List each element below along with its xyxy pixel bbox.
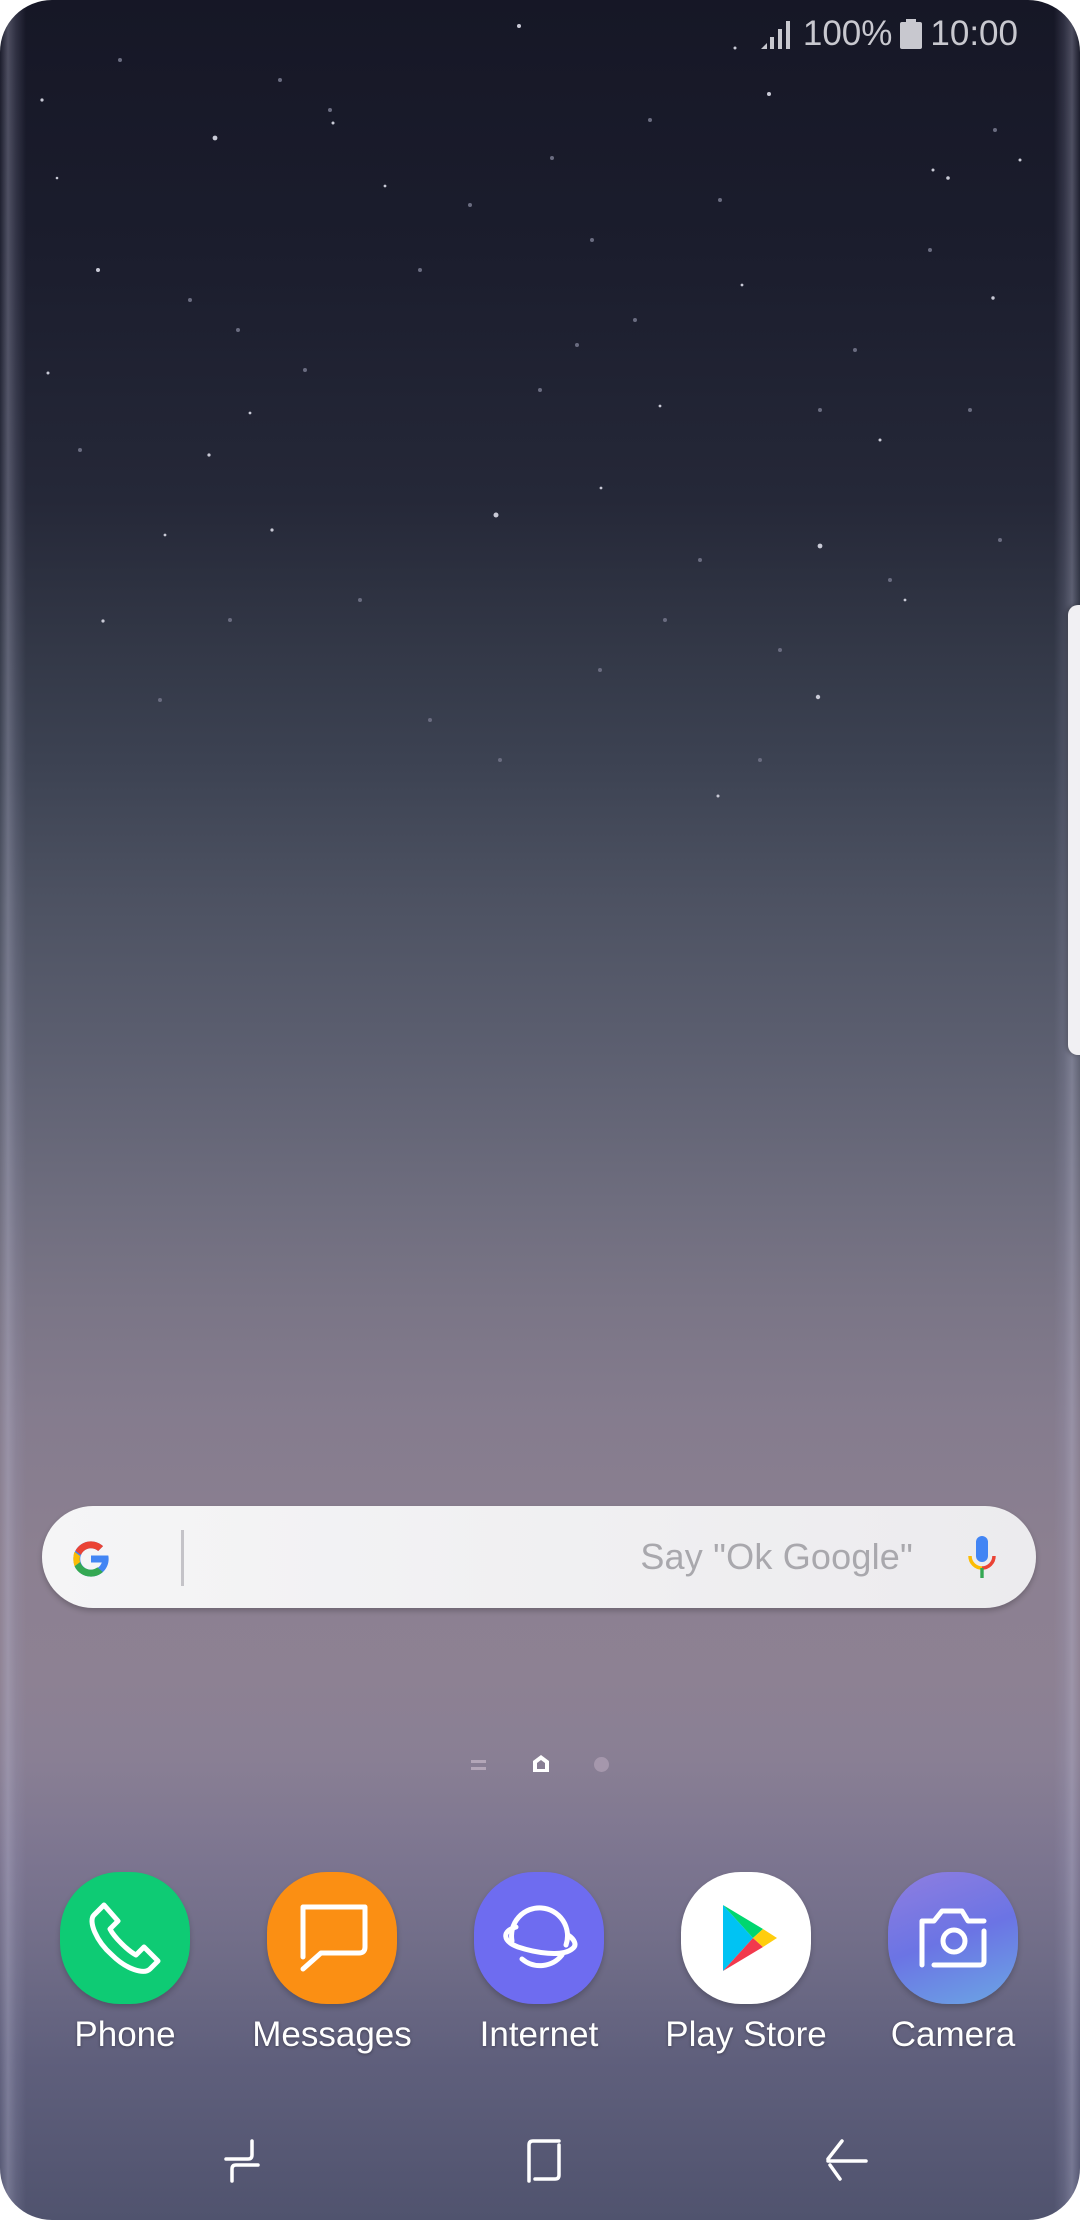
app-label: Phone [74,2015,176,2054]
signal-strength-icon [760,21,790,49]
home-screen: 100% 10:00 Say "Ok Google" Phone Message… [0,0,1080,2220]
play-store-icon [681,1872,811,2004]
app-label: Camera [890,2015,1016,2054]
microphone-icon[interactable] [966,1534,998,1584]
home-square-icon [527,2139,561,2183]
planet-icon [474,1872,604,2004]
navigation-bar [0,2120,1080,2200]
home-button[interactable] [510,2130,580,2190]
battery-icon [900,19,923,49]
recents-icon [224,2139,260,2183]
page-dot[interactable] [594,1757,609,1772]
phone-icon [60,1872,190,2004]
recents-button[interactable] [207,2130,277,2190]
app-label: Internet [479,2015,599,2054]
app-phone[interactable]: Phone [35,1870,215,2070]
google-g-icon [73,1541,110,1577]
app-label: Messages [252,2015,412,2054]
page-indicator [0,1750,1080,1780]
edge-panel-handle[interactable] [1068,605,1080,1055]
list-page-icon[interactable] [471,1760,488,1771]
app-play-store[interactable]: Play Store [656,1870,836,2070]
search-hint: Say "Ok Google" [640,1536,913,1577]
back-button[interactable] [811,2130,881,2190]
home-page-icon[interactable] [531,1753,551,1773]
starfield-wallpaper [40,24,1022,798]
back-arrow-icon [826,2139,868,2181]
battery-percent: 100% [802,14,893,53]
camera-icon [888,1872,1018,2004]
clock: 10:00 [930,14,1018,53]
text-cursor [181,1530,184,1586]
app-internet[interactable]: Internet [449,1870,629,2070]
message-bubble-icon [267,1872,397,2004]
status-bar: 100% 10:00 [759,12,1018,56]
google-search-widget[interactable]: Say "Ok Google" [42,1506,1036,1608]
app-camera[interactable]: Camera [863,1870,1043,2070]
app-dock: Phone Messages Internet Play Store Camer… [0,1870,1080,2070]
app-label: Play Store [665,2015,827,2054]
app-messages[interactable]: Messages [242,1870,422,2070]
